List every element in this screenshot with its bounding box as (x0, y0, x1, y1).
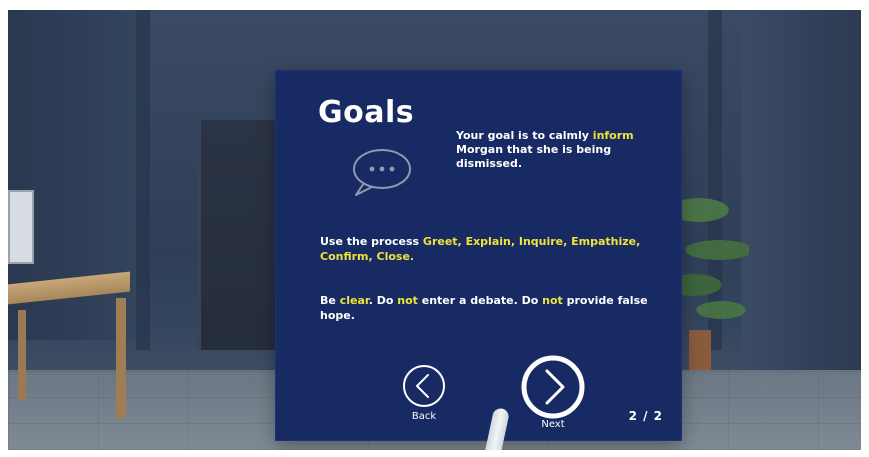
goal-text-suffix: Morgan that she is being dismissed. (456, 143, 612, 170)
rules-highlight-not: not (397, 294, 418, 307)
process-text-prefix: Use the process (320, 235, 423, 248)
wall-pillar (136, 10, 150, 350)
next-button[interactable]: Next (517, 353, 589, 430)
rules-highlight-clear: clear (339, 294, 369, 307)
chevron-left-icon (403, 365, 445, 407)
desk-leg (116, 298, 126, 418)
process-description: Use the process Greet, Explain, Inquire,… (320, 234, 670, 264)
goal-highlight-inform: inform (592, 129, 634, 142)
chevron-right-icon (521, 355, 585, 419)
rules-highlight-not: not (542, 294, 563, 307)
vr-office-scene: Goals Your goal is to calmly inform Morg… (8, 10, 861, 450)
desk-leg (18, 310, 26, 400)
rules-text: enter a debate. Do (417, 294, 543, 307)
goal-description: Your goal is to calmly inform Morgan tha… (456, 129, 666, 171)
back-label: Back (411, 411, 437, 422)
chat-bubble-icon (353, 149, 411, 196)
rules-text: . Do (368, 294, 398, 307)
goal-text-prefix: Your goal is to calmly (456, 129, 593, 142)
rules-text: Be (320, 294, 340, 307)
plant-pot (689, 330, 711, 370)
panel-title: Goals (318, 95, 415, 130)
page-indicator: 2 / 2 (628, 409, 663, 423)
next-label: Next (541, 419, 565, 430)
right-wall (741, 10, 861, 370)
back-button[interactable]: Back (400, 363, 448, 422)
goals-panel: Goals Your goal is to calmly inform Morg… (276, 71, 681, 440)
rules-description: Be clear. Do not enter a debate. Do not … (320, 293, 670, 323)
monitor (8, 190, 34, 264)
